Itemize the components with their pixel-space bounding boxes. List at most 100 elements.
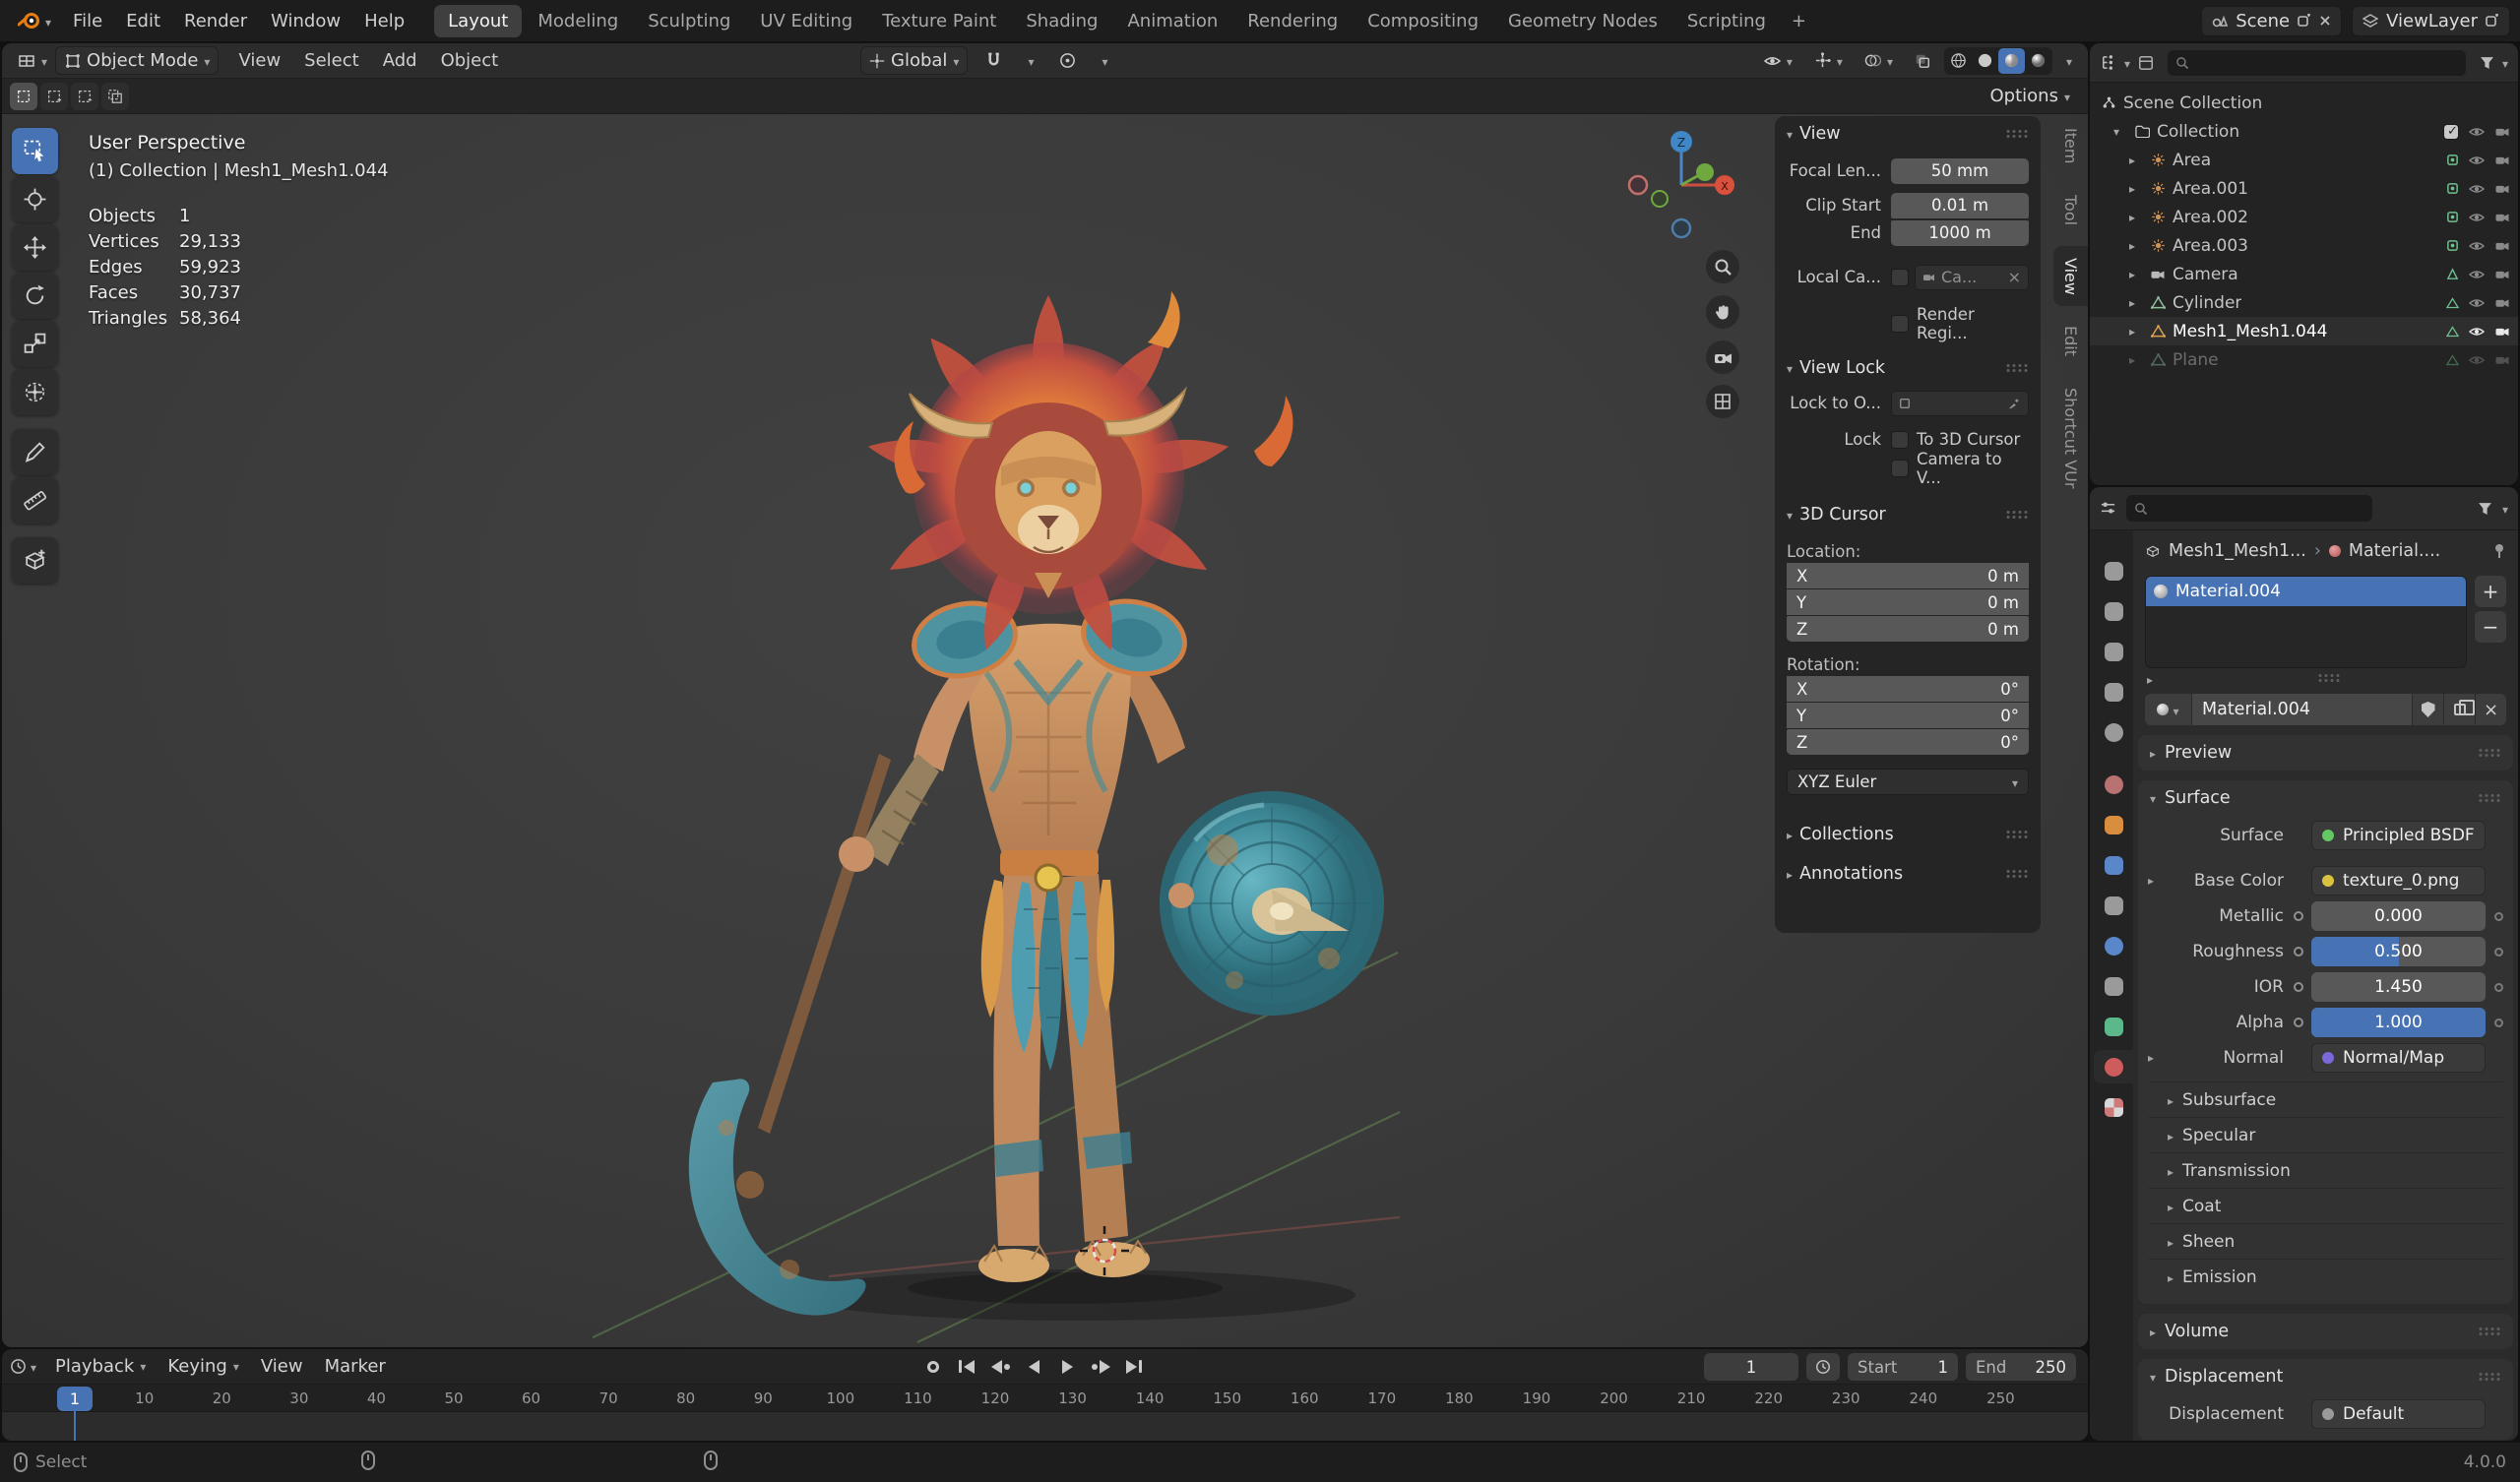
start-frame-field[interactable]: Start 1 [1848, 1353, 1958, 1381]
snap-settings-caret[interactable] [1020, 47, 1041, 74]
workspace-tab[interactable]: Rendering [1233, 5, 1352, 37]
workspace-tab[interactable]: Compositing [1354, 5, 1492, 37]
collections-panel-header[interactable]: Collections [1787, 821, 2029, 848]
properties-tab[interactable] [2094, 554, 2133, 587]
cursor-rotation-field[interactable]: Z 0° [1787, 729, 2029, 755]
outliner-object-row[interactable]: Area.001 [2090, 174, 2518, 203]
expand-icon[interactable] [2129, 154, 2149, 167]
animate-decorator-icon[interactable] [2494, 1018, 2503, 1027]
properties-tab[interactable] [2094, 889, 2133, 922]
value-slider[interactable]: 0.000 [2311, 901, 2486, 931]
outliner-object-row[interactable]: Area.003 [2090, 231, 2518, 260]
view-panel-header[interactable]: View [1787, 120, 2029, 148]
rotation-order-select[interactable]: XYZ Euler [1787, 769, 2029, 795]
gizmo-neg-z-axis[interactable] [1670, 217, 1692, 239]
viewport-menu-item[interactable]: Object [429, 45, 511, 76]
snap-magnet-icon[interactable] [977, 49, 1010, 72]
eyedropper-icon[interactable] [2008, 397, 2021, 409]
render-camera-icon[interactable] [2494, 268, 2510, 280]
workspace-tab[interactable]: Modeling [524, 5, 632, 37]
lock-object-field[interactable] [1891, 390, 2029, 416]
hide-eye-icon[interactable] [2469, 212, 2485, 223]
outliner-object-row[interactable]: Camera [2090, 260, 2518, 288]
select-mode-intersect-icon[interactable] [101, 82, 129, 110]
sidebar-tab[interactable]: Edit [2053, 314, 2088, 368]
tool-scale[interactable] [12, 321, 58, 367]
tool-measure[interactable] [12, 477, 58, 524]
panel-grip-icon[interactable] [2478, 1372, 2501, 1382]
viewport-menu-item[interactable]: Add [371, 45, 429, 76]
options-button[interactable]: Options [1981, 82, 2080, 110]
panel-grip-icon[interactable] [2478, 1327, 2501, 1336]
panel-grip-icon[interactable] [2478, 748, 2501, 758]
outliner-object-row[interactable]: Mesh1_Mesh1.044 [2090, 317, 2518, 345]
gizmo-y-axis[interactable] [1696, 163, 1714, 181]
tool-rotate[interactable] [12, 273, 58, 319]
play-reverse-icon[interactable] [1018, 1352, 1049, 1381]
hide-eye-icon[interactable] [2469, 354, 2485, 366]
outliner-object-row[interactable]: Area [2090, 146, 2518, 174]
shading-solid-icon[interactable] [1972, 48, 1998, 74]
expand-icon[interactable] [2148, 874, 2168, 888]
workspace-tab[interactable]: Layout [434, 4, 523, 37]
panel-grip-icon[interactable] [2005, 129, 2029, 139]
hide-eye-icon[interactable] [2469, 326, 2485, 338]
workspace-tab[interactable]: Texture Paint [868, 5, 1010, 37]
expand-icon[interactable] [2129, 268, 2149, 281]
material-name-field[interactable]: Material.004 [2192, 694, 2412, 725]
outliner-object-row[interactable]: Area.002 [2090, 203, 2518, 231]
properties-tab[interactable] [2094, 808, 2133, 841]
cursor-location-field[interactable]: X 0 m [1787, 563, 2029, 588]
next-keyframe-icon[interactable] [1085, 1352, 1116, 1381]
render-camera-icon[interactable] [2494, 211, 2510, 223]
clip-end-field[interactable]: 1000 m [1891, 219, 2029, 246]
topbar-menu-item[interactable]: Edit [114, 6, 172, 36]
caret-down-icon[interactable] [2502, 498, 2508, 519]
timeline-track-area[interactable] [2, 1412, 2088, 1441]
panel-grip-icon[interactable] [2005, 869, 2029, 879]
cursor-panel-header[interactable]: 3D Cursor [1787, 501, 2029, 528]
end-frame-field[interactable]: End 250 [1966, 1353, 2076, 1381]
animate-decorator-icon[interactable] [2494, 947, 2503, 957]
properties-tab[interactable] [2094, 1090, 2133, 1124]
properties-tab[interactable] [2094, 929, 2133, 962]
specials-icon[interactable] [2147, 668, 2153, 689]
fake-user-shield-icon[interactable] [2412, 694, 2443, 725]
remove-slot-button[interactable]: − [2475, 611, 2506, 643]
collapse-icon[interactable] [2113, 125, 2133, 139]
add-workspace-button[interactable]: + [1782, 7, 1816, 35]
material-slot-list[interactable]: Material.004 [2145, 576, 2467, 668]
timeline-ruler[interactable]: 1102030405060708090100110120130140150160… [2, 1385, 2088, 1412]
panel-grip-icon[interactable] [2005, 363, 2029, 373]
cursor-rotation-field[interactable]: Y 0° [1787, 703, 2029, 728]
annotations-panel-header[interactable]: Annotations [1787, 860, 2029, 888]
collection-exclude-checkbox[interactable] [2443, 123, 2459, 140]
displacement-panel-header[interactable]: Displacement [2138, 1359, 2513, 1394]
material-subpanel-header[interactable]: Coat [2148, 1188, 2503, 1223]
pin-icon[interactable] [2492, 543, 2506, 559]
orientation-select[interactable]: Global [860, 46, 969, 75]
render-region-checkbox[interactable] [1891, 314, 1909, 333]
hide-eye-icon[interactable] [2469, 269, 2485, 280]
animate-decorator-icon[interactable] [2494, 911, 2503, 921]
material-subpanel-header[interactable]: Specular [2148, 1117, 2503, 1152]
properties-tab[interactable] [2094, 1010, 2133, 1043]
focal-length-field[interactable]: 50 mm [1891, 157, 2029, 184]
expand-icon[interactable] [2129, 296, 2149, 310]
expand-icon[interactable] [2129, 211, 2149, 224]
hide-eye-icon[interactable] [2469, 297, 2485, 309]
browse-material-button[interactable] [2145, 694, 2192, 725]
proportional-editing-caret[interactable] [1094, 47, 1115, 74]
jump-to-start-icon[interactable] [951, 1352, 982, 1381]
properties-tab[interactable] [2094, 1050, 2133, 1083]
pan-hand-icon[interactable] [1706, 295, 1739, 329]
camera-view-icon[interactable] [1706, 340, 1739, 374]
outliner-object-row[interactable]: Plane [2090, 345, 2518, 374]
gizmo-neg-y-axis[interactable] [1651, 190, 1669, 208]
cursor-location-field[interactable]: Y 0 m [1787, 589, 2029, 615]
jump-to-end-icon[interactable] [1118, 1352, 1150, 1381]
timeline-menu[interactable]: Marker ▾ [314, 1352, 397, 1381]
hide-eye-icon[interactable] [2469, 154, 2485, 166]
workspace-tab[interactable]: Scripting [1673, 5, 1780, 37]
local-camera-checkbox[interactable] [1891, 268, 1909, 286]
